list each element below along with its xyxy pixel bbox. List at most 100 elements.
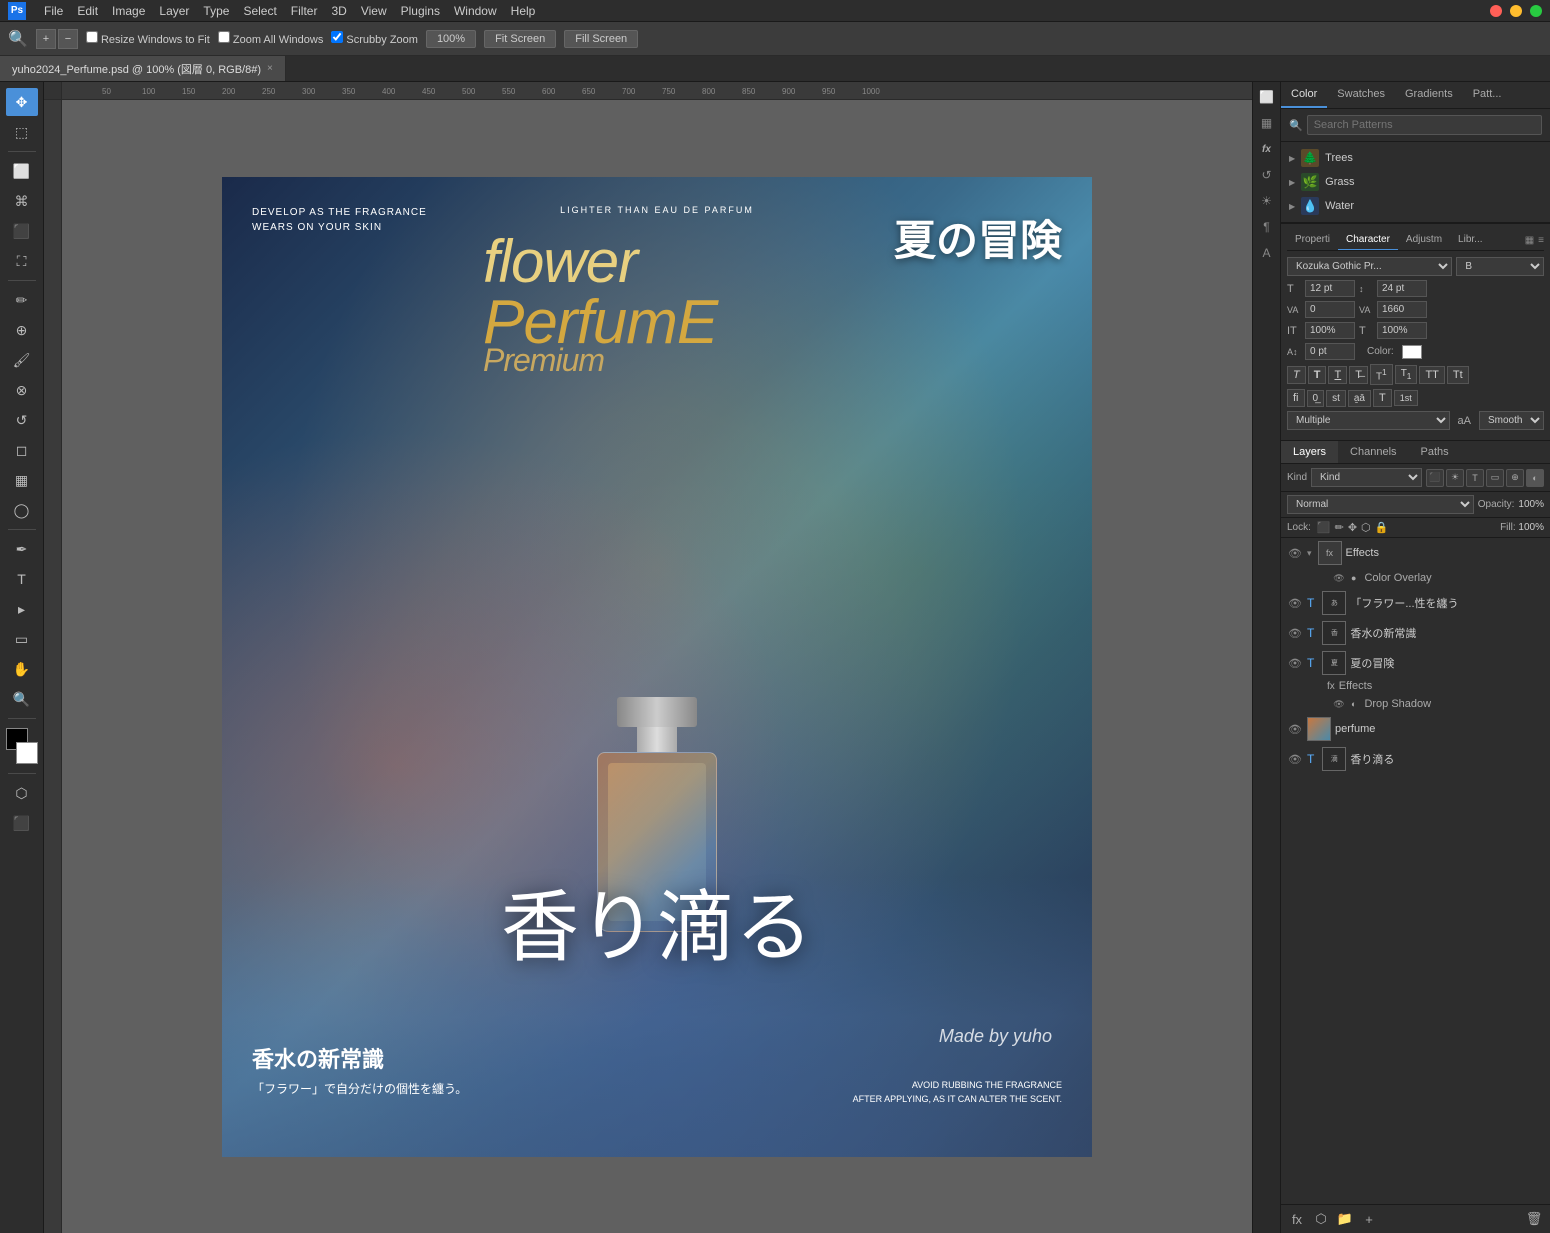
filter-pixel-icon[interactable]: ⬛ — [1426, 469, 1444, 487]
font-size-input[interactable] — [1305, 280, 1355, 297]
pen-tool[interactable]: ✒ — [6, 535, 38, 563]
layer-item-text1[interactable]: 👁 T あ 「フラワー...性を纏う — [1281, 588, 1550, 618]
lock-transparency-icon[interactable]: ⬛ — [1317, 521, 1331, 534]
delete-layer-btn[interactable]: 🗑 — [1524, 1209, 1544, 1229]
subscript-btn[interactable]: T1 — [1395, 365, 1418, 384]
rectangle-shape-tool[interactable]: ▭ — [6, 625, 38, 653]
font-family-select[interactable]: Kozuka Gothic Pr... — [1287, 257, 1452, 276]
layer-visibility-text2[interactable]: 👁 — [1287, 625, 1303, 641]
lasso-tool[interactable]: ⌘ — [6, 187, 38, 215]
fill-value[interactable]: 100% — [1518, 522, 1544, 533]
resize-windows-checkbox-label[interactable]: Resize Windows to Fit — [86, 31, 210, 46]
smooth-select[interactable]: Smooth — [1479, 411, 1544, 430]
menu-3d[interactable]: 3D — [331, 4, 346, 18]
layer-visibility-text1[interactable]: 👁 — [1287, 595, 1303, 611]
type-tool[interactable]: T — [6, 565, 38, 593]
layer-item-text4[interactable]: 👁 T 滴 香り滴る — [1281, 744, 1550, 774]
baseline-input[interactable] — [1305, 343, 1355, 360]
tab-properties[interactable]: Properti — [1287, 230, 1338, 250]
scrubby-zoom-checkbox-label[interactable]: Scrubby Zoom — [331, 31, 418, 46]
zoom-all-checkbox[interactable] — [218, 31, 230, 43]
menu-help[interactable]: Help — [511, 4, 536, 18]
lock-artboard-icon[interactable]: ⬡ — [1361, 521, 1371, 534]
menu-select[interactable]: Select — [243, 4, 276, 18]
filter-kind-select[interactable]: Kind — [1311, 468, 1422, 487]
filter-adjustment-icon[interactable]: ☀ — [1446, 469, 1464, 487]
rectangular-marquee-tool[interactable]: ⬜ — [6, 157, 38, 185]
layer-item-perfume[interactable]: 👁 perfume — [1281, 714, 1550, 744]
canvas-scroll-area[interactable]: DEVELOP AS THE FRAGRANCE WEARS ON YOUR S… — [62, 100, 1252, 1233]
layer-expand-icon[interactable]: ▾ — [1307, 548, 1312, 559]
tab-swatches[interactable]: Swatches — [1327, 82, 1395, 108]
alternate-btn[interactable]: T — [1373, 389, 1392, 407]
font-weight-select[interactable]: B — [1456, 257, 1544, 276]
discretionary-btn[interactable]: st — [1326, 390, 1346, 407]
bold-btn[interactable]: T — [1308, 366, 1327, 384]
anti-alias-select[interactable]: Multiple Sharp Crisp Strong Smooth — [1287, 411, 1450, 430]
menu-file[interactable]: File — [44, 4, 63, 18]
layer-visibility-effects[interactable]: 👁 — [1287, 545, 1303, 561]
filter-toggle[interactable]: ◐ — [1526, 469, 1544, 487]
scale-v-input[interactable] — [1377, 322, 1427, 339]
kerning-input[interactable] — [1305, 301, 1355, 318]
zoom-value-btn[interactable]: 100% — [426, 30, 476, 48]
window-close-btn[interactable] — [1490, 5, 1502, 17]
scrubby-zoom-checkbox[interactable] — [331, 31, 343, 43]
fit-screen-btn[interactable]: Fit Screen — [484, 30, 556, 48]
color-overlay-visibility[interactable]: 👁 — [1331, 570, 1347, 586]
panel-options-icon[interactable]: ≡ — [1538, 235, 1544, 246]
tab-adjustments[interactable]: Adjustm — [1398, 230, 1450, 250]
menu-view[interactable]: View — [361, 4, 387, 18]
strikethrough-btn[interactable]: T̶ — [1349, 366, 1368, 384]
pattern-item-water[interactable]: ▶ 💧 Water — [1281, 194, 1550, 218]
filter-type-icon[interactable]: T — [1466, 469, 1484, 487]
leading-input[interactable] — [1377, 280, 1427, 297]
history-brush-tool[interactable]: ↺ — [6, 406, 38, 434]
layer-effects-label-text3[interactable]: fx Effects — [1281, 678, 1550, 694]
layer-effect-drop-shadow[interactable]: 👁 ◐ Drop Shadow — [1281, 694, 1550, 714]
drop-shadow-visibility[interactable]: 👁 — [1331, 696, 1347, 712]
brush-tool[interactable]: 🖌 — [6, 346, 38, 374]
pattern-item-trees[interactable]: ▶ 🌲 Trees — [1281, 146, 1550, 170]
spot-healing-tool[interactable]: ⊕ — [6, 316, 38, 344]
tab-character[interactable]: Character — [1338, 230, 1398, 250]
blend-mode-select[interactable]: Normal — [1287, 495, 1474, 514]
tab-libraries[interactable]: Libr... — [1450, 230, 1490, 250]
char-icon-side[interactable]: A — [1256, 242, 1278, 264]
menu-image[interactable]: Image — [112, 4, 145, 18]
tracking-input[interactable] — [1377, 301, 1427, 318]
window-minimize-btn[interactable] — [1510, 5, 1522, 17]
layer-item-effects-group[interactable]: 👁 ▾ fx Effects — [1281, 538, 1550, 568]
tab-close-btn[interactable]: × — [267, 63, 273, 74]
lock-position-icon[interactable]: ✥ — [1348, 521, 1357, 534]
add-style-btn[interactable]: fx — [1287, 1209, 1307, 1229]
tab-channels[interactable]: Channels — [1338, 441, 1408, 463]
adjustments-icon[interactable]: ☀ — [1256, 190, 1278, 212]
menu-window[interactable]: Window — [454, 4, 497, 18]
color-swatch[interactable] — [4, 728, 40, 764]
layer-item-text3[interactable]: 👁 T 夏 夏の冒険 — [1281, 648, 1550, 678]
tab-patterns[interactable]: Patt... — [1463, 82, 1512, 108]
document-tab[interactable]: yuho2024_Perfume.psd @ 100% (図層 0, RGB/8… — [0, 56, 286, 81]
menu-type[interactable]: Type — [203, 4, 229, 18]
background-color[interactable] — [16, 742, 38, 764]
zoom-out-btn[interactable]: − — [58, 29, 78, 49]
path-selection-tool[interactable]: ▸ — [6, 595, 38, 623]
allcaps-btn[interactable]: TT — [1419, 366, 1444, 384]
eraser-tool[interactable]: ◻ — [6, 436, 38, 464]
screen-mode-btn[interactable]: ⬛ — [6, 809, 38, 837]
zoom-in-btn[interactable]: + — [36, 29, 56, 49]
ordinal-btn[interactable]: 1st — [1394, 390, 1418, 406]
add-mask-btn[interactable]: ⬡ — [1311, 1209, 1331, 1229]
create-group-btn[interactable]: 📁 — [1335, 1209, 1355, 1229]
superscript-btn[interactable]: T1 — [1370, 364, 1393, 385]
menu-edit[interactable]: Edit — [77, 4, 98, 18]
filter-smart-icon[interactable]: ⊕ — [1506, 469, 1524, 487]
opacity-value[interactable]: 100% — [1518, 499, 1544, 510]
color-swatch-char[interactable] — [1402, 345, 1422, 359]
tab-gradients[interactable]: Gradients — [1395, 82, 1463, 108]
layer-visibility-text3[interactable]: 👁 — [1287, 655, 1303, 671]
artboard-tool[interactable]: ⬚ — [6, 118, 38, 146]
object-selection-tool[interactable]: ⬛ — [6, 217, 38, 245]
tab-color[interactable]: Color — [1281, 82, 1327, 108]
